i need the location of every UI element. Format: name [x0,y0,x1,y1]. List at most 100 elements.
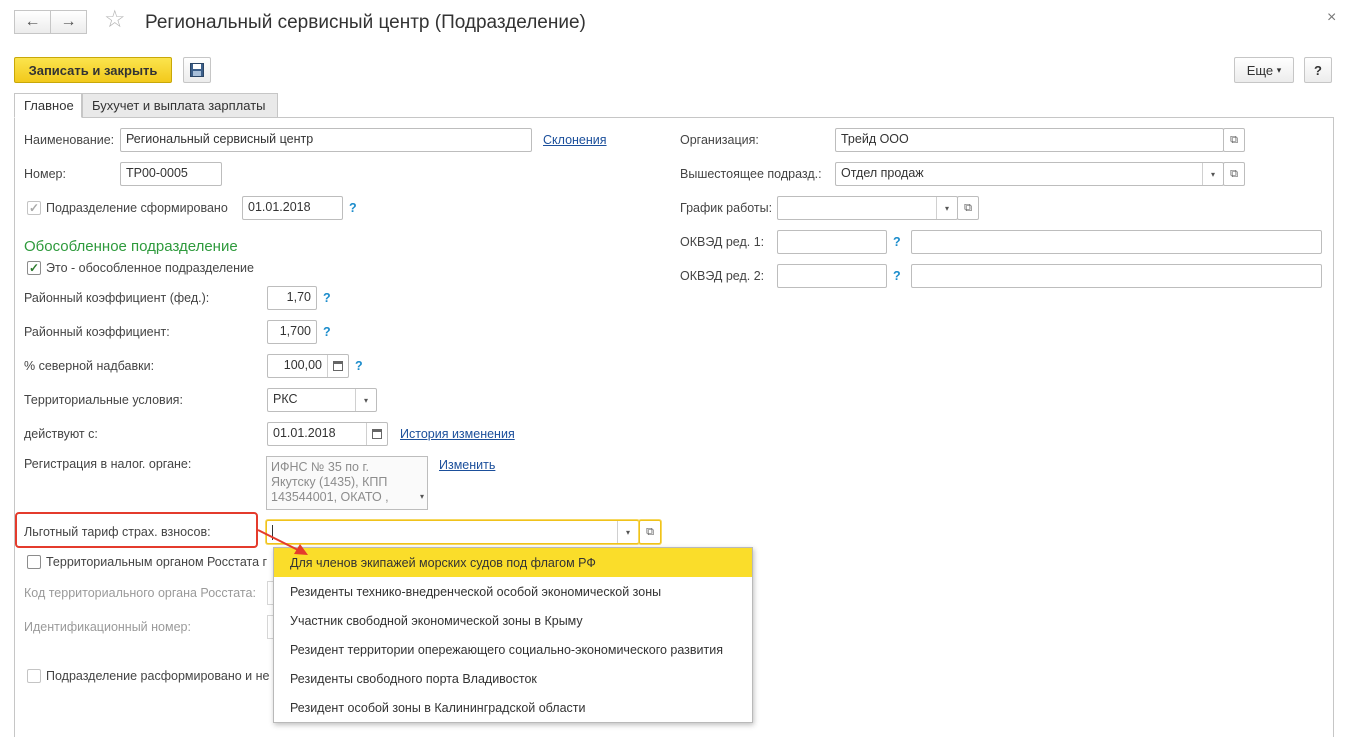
fed-coef-label: Районный коэффициент (фед.): [24,291,210,305]
org-label: Организация: [680,133,759,147]
parent-dept-select[interactable]: Отдел продаж ▾ [835,162,1224,186]
chevron-down-icon: ▾ [1276,64,1282,75]
number-label: Номер: [24,167,66,181]
change-history-link[interactable]: История изменения [400,427,515,441]
open-form-icon: ⧉ [1230,133,1238,146]
okved2-code-field[interactable] [777,264,887,288]
valid-from-value: 01.01.2018 [273,426,336,440]
coef-label: Районный коэффициент: [24,325,170,339]
org-open-button[interactable]: ⧉ [1223,128,1245,152]
formed-label: Подразделение сформировано [46,201,228,215]
dropdown-item[interactable]: Резидент особой зоны в Калининградской о… [274,693,752,722]
tariff-dropdown-list: Для членов экипажей морских судов под фл… [273,547,753,723]
okved2-label: ОКВЭД ред. 2: [680,269,765,283]
arrow-right-icon: → [60,13,77,30]
declensions-link[interactable]: Склонения [543,133,607,147]
valid-from-label: действуют с: [24,427,98,441]
back-button[interactable]: ← [14,10,51,34]
north-bonus-help-icon[interactable]: ? [355,359,363,373]
north-bonus-label: % северной надбавки: [24,359,155,373]
formed-checkbox[interactable]: ✓ [27,201,41,215]
calendar-icon [372,429,382,439]
rosstat-check-label: Территориальным органом Росстата г [46,555,268,569]
tax-reg-field[interactable]: ИФНС № 35 по г. Якутску (1435), КПП 1435… [266,456,428,510]
valid-from-date-field[interactable]: 01.01.2018 [267,422,388,446]
terr-conditions-label: Территориальные условия: [24,393,183,407]
coef-field[interactable]: 1,700 [267,320,317,344]
tariff-input[interactable]: ▾ [266,520,639,544]
separate-label: Это - обособленное подразделение [46,261,254,275]
more-menu-label: Еще [1246,62,1274,78]
window-title: Региональный сервисный центр (Подразделе… [145,12,586,33]
open-form-icon: ⧉ [1230,167,1238,180]
tax-reg-line: ИФНС № 35 по г. [271,460,369,474]
tab-accounting-payroll[interactable]: Бухучет и выплата зарплаты [82,93,278,118]
separate-checkbox[interactable]: ✓ [27,261,41,275]
change-tax-reg-link[interactable]: Изменить [439,458,495,472]
check-icon: ✓ [28,261,40,275]
formed-date-field[interactable]: 01.01.2018 [242,196,343,220]
section-title-separate: Обособленное подразделение [24,238,238,255]
parent-dept-open-button[interactable]: ⧉ [1223,162,1245,186]
disbanded-label: Подразделение расформировано и не [46,669,270,683]
floppy-disk-icon [190,63,204,77]
parent-dept-value: Отдел продаж [841,166,924,180]
calculator-icon [333,361,343,371]
schedule-label: График работы: [680,201,773,215]
okved2-help-icon[interactable]: ? [893,269,901,283]
tax-reg-line: 143544001, ОКАТО , [271,490,389,504]
dropdown-item[interactable]: Резидент территории опережающего социаль… [274,635,752,664]
okved1-help-icon[interactable]: ? [893,235,901,249]
dropdown-item[interactable]: Для членов экипажей морских судов под фл… [274,548,752,577]
favorite-star-icon[interactable]: ☆ [104,8,126,32]
rosstat-code-label: Код территориального органа Росстата: [24,586,256,600]
terr-conditions-select[interactable]: РКС ▾ [267,388,377,412]
schedule-select[interactable]: ▾ [777,196,958,220]
arrow-left-icon: ← [24,13,41,30]
terr-conditions-value: РКС [273,392,298,406]
tax-reg-line: Якутску (1435), КПП [271,475,388,489]
annotation-arrow-icon [257,529,308,555]
dropdown-item[interactable]: Резиденты свободного порта Владивосток [274,664,752,693]
chevron-down-icon[interactable]: ▾ [355,389,376,411]
chevron-down-icon[interactable]: ▾ [1202,163,1223,185]
open-form-icon: ⧉ [964,201,972,214]
tax-reg-label: Регистрация в налог. органе: [24,457,192,471]
check-icon: ✓ [28,201,40,215]
calendar-button[interactable] [366,423,387,445]
chevron-down-icon[interactable]: ▾ [936,197,957,219]
number-field[interactable]: ТР00-0005 [120,162,222,186]
chevron-down-icon[interactable]: ▾ [420,489,424,504]
formed-help-icon[interactable]: ? [349,201,357,215]
schedule-open-button[interactable]: ⧉ [957,196,979,220]
north-bonus-field[interactable]: 100,00 [267,354,349,378]
close-icon[interactable]: × [1327,9,1336,27]
ident-number-label: Идентификационный номер: [24,620,191,634]
okved1-name-field[interactable] [911,230,1322,254]
dropdown-item[interactable]: Участник свободной экономической зоны в … [274,606,752,635]
okved1-code-field[interactable] [777,230,887,254]
more-menu-button[interactable]: Еще ▾ [1234,57,1294,83]
okved1-label: ОКВЭД ред. 1: [680,235,765,249]
parent-dept-label: Вышестоящее подразд.: [680,167,822,181]
name-field[interactable]: Региональный сервисный центр [120,128,532,152]
dropdown-item[interactable]: Резиденты технико-внедренческой особой э… [274,577,752,606]
calculator-button[interactable] [327,355,348,377]
okved2-name-field[interactable] [911,264,1322,288]
north-bonus-value: 100,00 [283,358,322,372]
tariff-open-button[interactable]: ⧉ [639,520,661,544]
disbanded-checkbox[interactable] [27,669,41,683]
forward-button[interactable]: → [50,10,87,34]
help-button[interactable]: ? [1304,57,1332,83]
fed-coef-field[interactable]: 1,70 [267,286,317,310]
tab-main[interactable]: Главное [14,93,82,118]
org-field[interactable]: Трейд ООО [835,128,1224,152]
open-form-icon: ⧉ [646,525,654,538]
name-label: Наименование: [24,133,115,147]
coef-help-icon[interactable]: ? [323,325,331,339]
rosstat-checkbox[interactable] [27,555,41,569]
fed-coef-help-icon[interactable]: ? [323,291,331,305]
save-and-close-button[interactable]: Записать и закрыть [14,57,172,83]
chevron-down-icon[interactable]: ▾ [617,521,638,543]
save-button[interactable] [183,57,211,83]
